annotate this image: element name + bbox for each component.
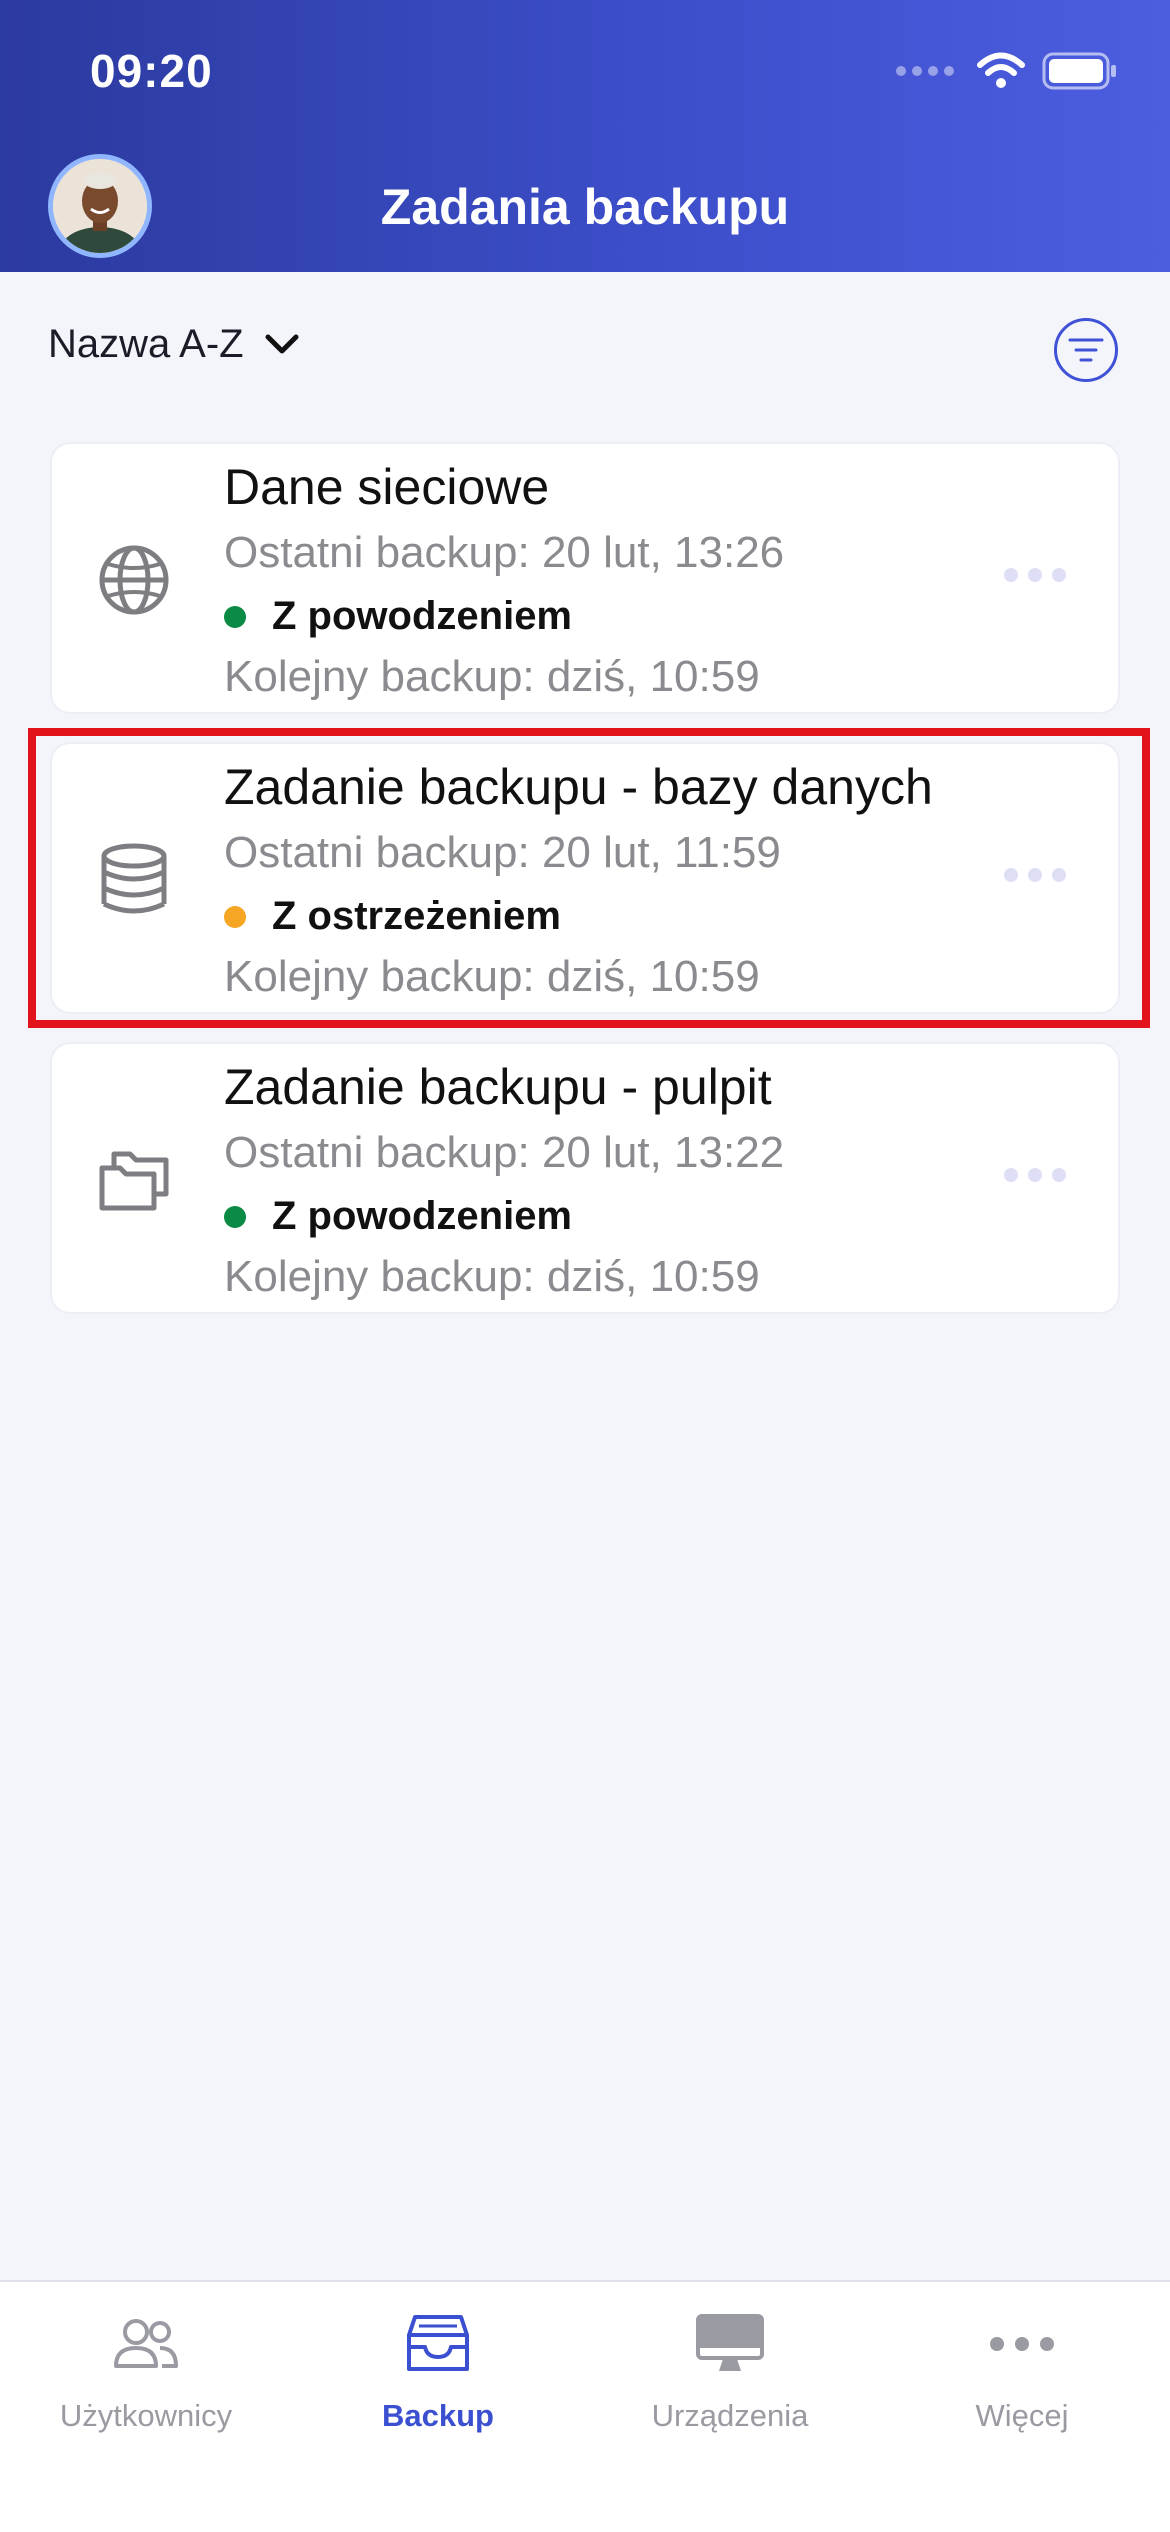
- status-icons: [896, 52, 1118, 90]
- status-dot: [224, 1205, 246, 1228]
- last-backup-text: Ostatni backup: 20 lut, 13:26: [224, 528, 785, 577]
- page-title: Zadania backupu: [380, 179, 790, 235]
- status-dot: [224, 605, 246, 628]
- more-dots-icon: [990, 2337, 1054, 2351]
- status-text: Z powodzeniem: [272, 1194, 572, 1238]
- backup-job-card[interactable]: Dane sieciowe Ostatni backup: 20 lut, 13…: [50, 442, 1120, 714]
- filter-icon: [1068, 338, 1104, 362]
- more-options-icon[interactable]: [1004, 868, 1066, 882]
- job-status: Z ostrzeżeniem: [224, 894, 561, 939]
- status-dot: [224, 905, 246, 928]
- chevron-down-icon: [265, 334, 299, 353]
- more-options-icon[interactable]: [1004, 568, 1066, 582]
- status-time: 09:20: [90, 45, 213, 97]
- nav-item-backup[interactable]: Backup: [292, 2304, 584, 2434]
- last-backup-text: Ostatni backup: 20 lut, 13:22: [224, 1128, 785, 1177]
- cellular-signal-icon: [896, 66, 954, 76]
- monitor-icon: [696, 2314, 764, 2371]
- nav-label: Więcej: [975, 2398, 1069, 2433]
- backup-job-card[interactable]: Zadanie backupu - bazy danych Ostatni ba…: [50, 742, 1120, 1014]
- backup-box-icon: [407, 2315, 469, 2371]
- app-header: 09:20 Zadania backupu: [0, 0, 1170, 272]
- nav-item-users[interactable]: Użytkownicy: [0, 2304, 292, 2434]
- job-status: Z powodzeniem: [224, 1194, 572, 1239]
- job-status: Z powodzeniem: [224, 594, 572, 639]
- battery-icon: [1042, 52, 1116, 90]
- next-backup-text: Kolejny backup: dziś, 10:59: [224, 1252, 760, 1301]
- sort-label: Nazwa A-Z: [48, 322, 244, 366]
- nav-item-devices[interactable]: Urządzenia: [584, 2304, 876, 2434]
- database-icon: [101, 843, 167, 914]
- last-backup-text: Ostatni backup: 20 lut, 11:59: [224, 828, 781, 877]
- next-backup-text: Kolejny backup: dziś, 10:59: [224, 652, 760, 701]
- wifi-icon: [977, 52, 1025, 88]
- more-options-icon[interactable]: [1004, 1168, 1066, 1182]
- nav-item-more[interactable]: Więcej: [876, 2304, 1168, 2434]
- bottom-nav: Użytkownicy Backup Urządzenia Więcej: [0, 2280, 1170, 2532]
- users-icon: [114, 2319, 178, 2368]
- nav-label: Urządzenia: [651, 2398, 809, 2433]
- nav-label: Użytkownicy: [59, 2398, 233, 2433]
- backup-job-card[interactable]: Zadanie backupu - pulpit Ostatni backup:…: [50, 1042, 1120, 1314]
- nav-label: Backup: [382, 2398, 494, 2433]
- job-title: Zadanie backupu - bazy danych: [224, 759, 933, 815]
- filter-button[interactable]: [1054, 318, 1118, 382]
- job-title: Dane sieciowe: [224, 459, 550, 515]
- next-backup-text: Kolejny backup: dziś, 10:59: [224, 952, 760, 1001]
- folders-icon: [99, 1151, 169, 1211]
- sort-dropdown[interactable]: Nazwa A-Z: [48, 322, 300, 367]
- job-title: Zadanie backupu - pulpit: [224, 1059, 772, 1115]
- status-text: Z ostrzeżeniem: [272, 894, 561, 938]
- status-text: Z powodzeniem: [272, 594, 572, 638]
- globe-icon: [99, 545, 169, 615]
